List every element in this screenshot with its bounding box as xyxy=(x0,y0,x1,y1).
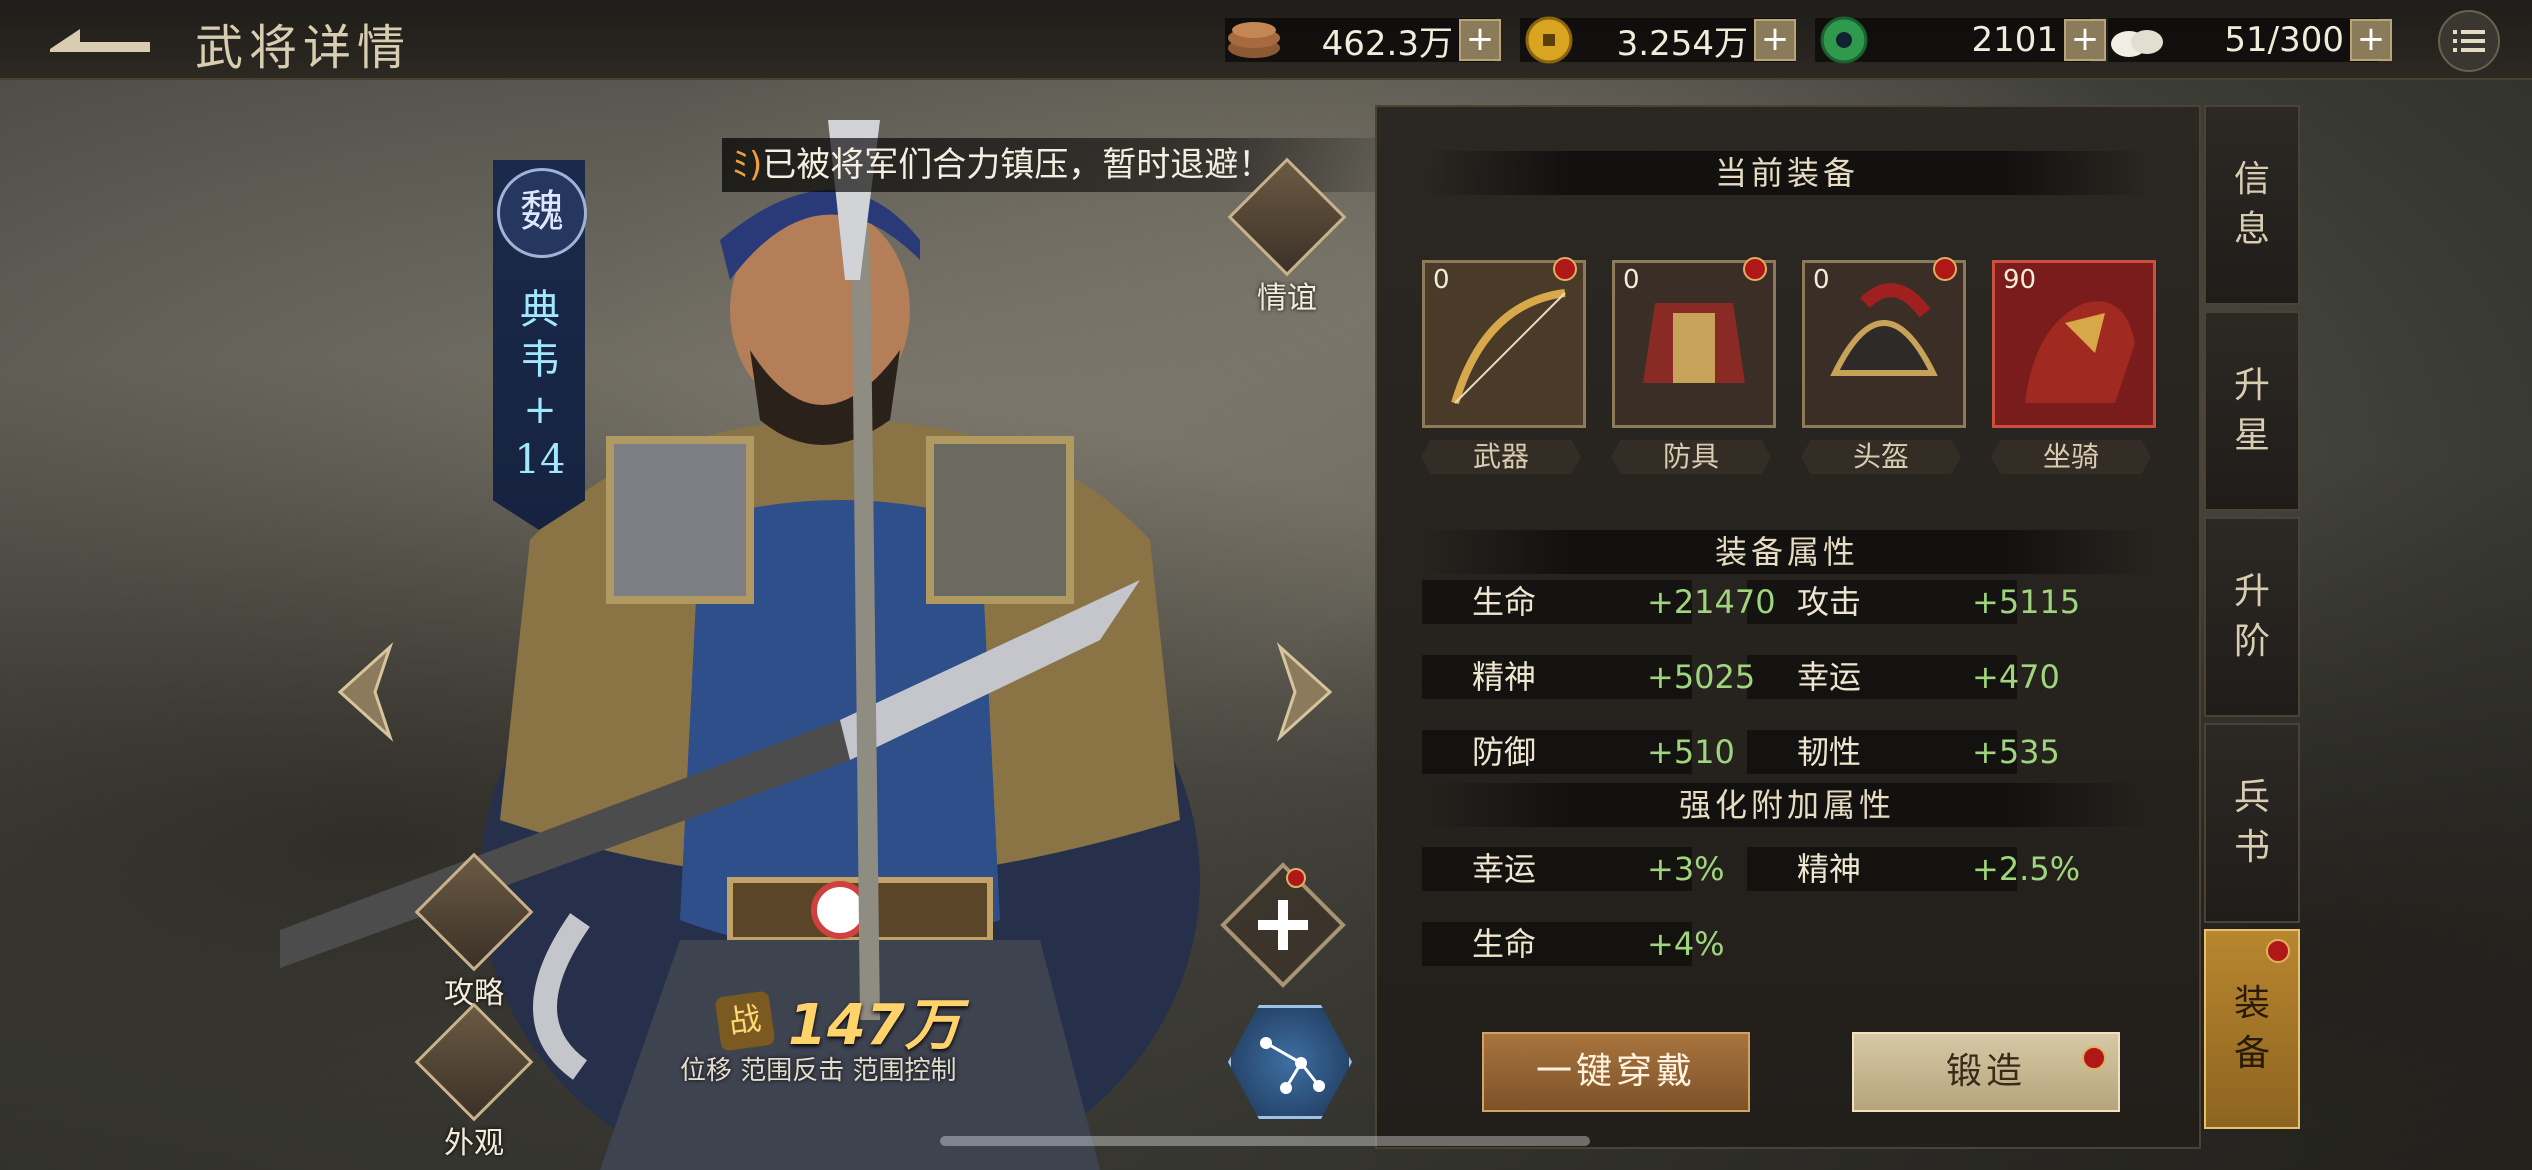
list-icon xyxy=(2453,30,2485,52)
next-hero-arrow-icon[interactable] xyxy=(1275,642,1335,742)
equip-slot-helmet[interactable]: 0 xyxy=(1802,257,1966,428)
armor-outfit-icon xyxy=(414,1002,534,1122)
hero-name: 典韦 + 14 xyxy=(514,287,566,483)
notice-mark: ﾐ) xyxy=(732,145,763,185)
add-slot-button[interactable] xyxy=(1218,860,1348,990)
tab-info[interactable]: 信 息 xyxy=(2204,105,2300,305)
equip-attributes-heading: 装备属性 xyxy=(1422,530,2152,574)
equip-slot-weapon[interactable]: 0 xyxy=(1422,257,1586,428)
notification-dot xyxy=(1553,257,1577,281)
add-stamina-button[interactable]: + xyxy=(2350,19,2392,61)
strategy-button[interactable]: 攻略 xyxy=(414,852,534,1012)
equipment-panel: 当前装备 0 0 0 90 武器 防具 头盔 坐骑 装备属性 生命 +21470… xyxy=(1375,105,2201,1149)
notification-dot xyxy=(1743,257,1767,281)
tab-rank-up[interactable]: 升 阶 xyxy=(2204,517,2300,717)
menu-button[interactable] xyxy=(2438,10,2500,72)
stat-row: 精神 +5025 幸运 +470 xyxy=(1422,655,2152,699)
constellation-icon xyxy=(1260,1037,1325,1094)
equip-slot-mount[interactable]: 90 xyxy=(1992,260,2156,428)
top-bar: 武将详情 462.3万 + 3.254万 + 2101 + 51/300 + xyxy=(0,0,2532,80)
notification-dot xyxy=(2266,939,2290,963)
friendship-button[interactable]: 情谊 xyxy=(1227,157,1347,317)
bonus-attributes-heading: 强化附加属性 xyxy=(1422,783,2152,827)
steamed-bun-icon xyxy=(2108,18,2166,62)
previous-hero-arrow-icon[interactable] xyxy=(335,642,395,742)
resource-gold: 3.254万 + xyxy=(1520,16,1796,64)
tab-equipment[interactable]: 装 备 xyxy=(2204,929,2300,1129)
hero-skill-tags: 位移 范围反击 范围控制 xyxy=(680,1056,957,1086)
power-value: 147万 xyxy=(788,993,961,1058)
jade-icon xyxy=(1815,16,1873,64)
home-indicator[interactable] xyxy=(940,1136,1590,1146)
add-jade-button[interactable]: + xyxy=(2064,19,2106,61)
resource-jade: 2101 + xyxy=(1815,16,2106,64)
handshake-icon xyxy=(1227,157,1347,277)
resource-copper: 462.3万 + xyxy=(1225,16,1501,64)
slot-label-helmet: 头盔 xyxy=(1801,440,1961,474)
equip-all-button[interactable]: 一键穿戴 xyxy=(1482,1032,1750,1112)
resource-stamina: 51/300 + xyxy=(2108,16,2392,64)
stat-row: 生命 +4% xyxy=(1422,922,2152,966)
faction-seal: 魏 xyxy=(497,168,587,258)
strategy-icon xyxy=(414,852,534,972)
equip-slot-armor[interactable]: 0 xyxy=(1612,257,1776,428)
forge-button[interactable]: 锻造 xyxy=(1852,1032,2120,1112)
notification-dot xyxy=(2082,1046,2106,1070)
add-copper-button[interactable]: + xyxy=(1459,19,1501,61)
tab-war-manual[interactable]: 兵 书 xyxy=(2204,723,2300,923)
copper-coins-icon xyxy=(1225,18,1283,62)
stat-row: 防御 +510 韧性 +535 xyxy=(1422,730,2152,774)
slot-label-armor: 防具 xyxy=(1611,440,1771,474)
gold-coin-icon xyxy=(1520,16,1578,64)
power-badge: 战 xyxy=(714,990,776,1051)
slot-label-mount: 坐骑 xyxy=(1991,440,2151,474)
tab-star-up[interactable]: 升 星 xyxy=(2204,311,2300,511)
stat-row: 生命 +21470 攻击 +5115 xyxy=(1422,580,2152,624)
stat-row: 幸运 +3% 精神 +2.5% xyxy=(1422,847,2152,891)
combat-power: 战 147万 xyxy=(714,980,961,1061)
appearance-button[interactable]: 外观 xyxy=(414,1002,534,1162)
current-equipment-heading: 当前装备 xyxy=(1422,151,2152,195)
back-arrow-icon[interactable] xyxy=(40,14,160,64)
slot-label-weapon: 武器 xyxy=(1421,440,1581,474)
page-title: 武将详情 xyxy=(195,20,412,76)
notification-dot xyxy=(1933,257,1957,281)
add-gold-button[interactable]: + xyxy=(1754,19,1796,61)
